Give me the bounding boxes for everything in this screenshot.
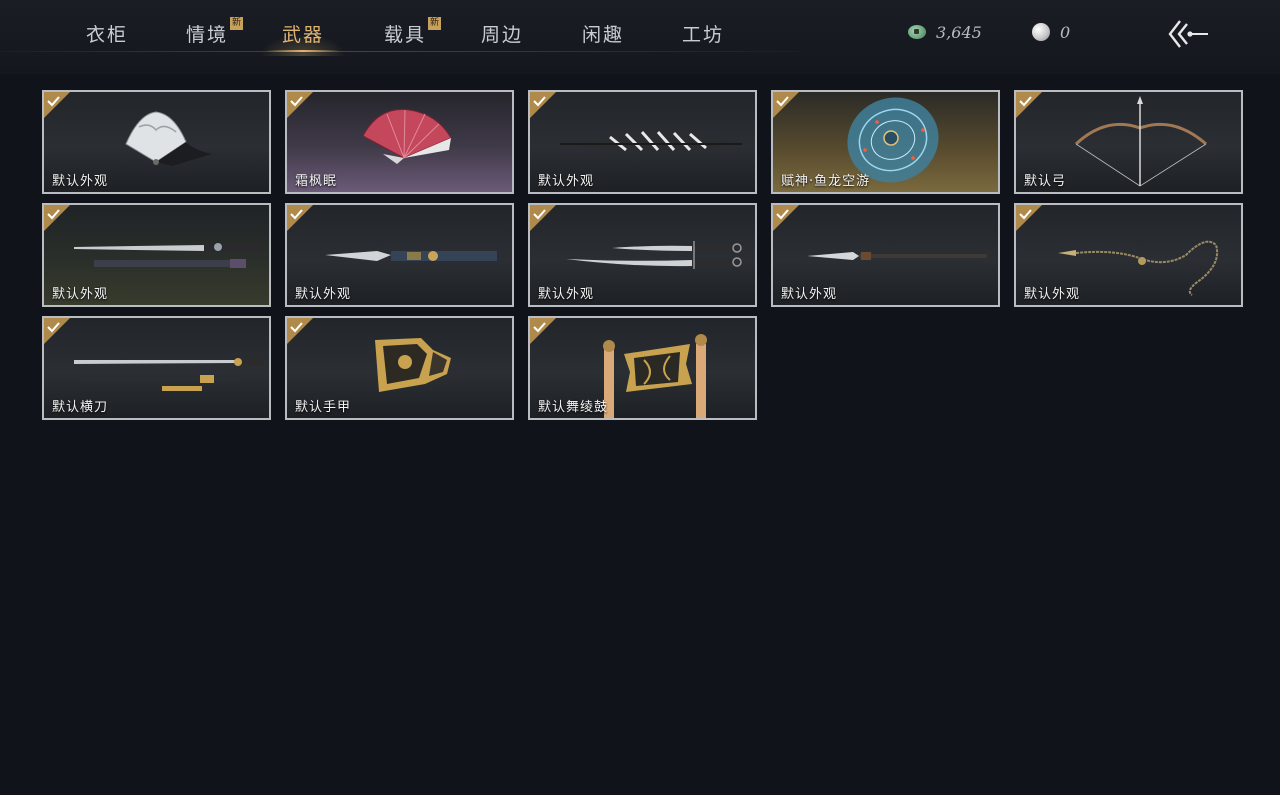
item-name: 默认外观 [538, 287, 595, 302]
tab-label: 衣柜 [86, 24, 129, 46]
item-name: 默认外观 [52, 174, 109, 189]
jade-coin-icon [908, 25, 926, 39]
weapon-card[interactable]: 默认外观 [1014, 203, 1243, 307]
item-name: 默认横刀 [52, 400, 109, 415]
item-name: 默认手甲 [295, 400, 352, 415]
owned-check-icon [44, 92, 70, 118]
back-arrow-icon [1168, 20, 1208, 48]
jade-coin-balance: 3,645 [908, 21, 982, 43]
weapon-card[interactable]: 霜枫眠 [285, 90, 514, 194]
tab-mounts[interactable]: 载具 新 [384, 17, 442, 52]
owned-check-icon [1016, 92, 1042, 118]
back-button[interactable] [1166, 18, 1210, 50]
tab-label: 载具 [384, 24, 427, 46]
item-name: 默认外观 [781, 287, 838, 302]
owned-check-icon [530, 205, 556, 231]
owned-check-icon [44, 205, 70, 231]
tab-scenario[interactable]: 情境 新 [186, 17, 244, 52]
owned-check-icon [1016, 205, 1042, 231]
weapon-card[interactable]: 默认外观 [771, 203, 1000, 307]
item-name: 默认舞绫鼓 [538, 400, 609, 415]
owned-check-icon [287, 318, 313, 344]
active-tab-underline [266, 50, 341, 52]
pearl-balance: 0 [1032, 21, 1070, 43]
weapon-card[interactable]: 赋神·鱼龙空游 [771, 90, 1000, 194]
tab-label: 闲趣 [582, 24, 625, 46]
tab-accessories[interactable]: 周边 [481, 20, 523, 52]
weapon-card[interactable]: 默认舞绫鼓 [528, 316, 757, 420]
weapon-card[interactable]: 默认外观 [42, 90, 271, 194]
weapon-card[interactable]: 默认外观 [285, 203, 514, 307]
item-name: 默认外观 [1024, 287, 1081, 302]
owned-check-icon [530, 92, 556, 118]
weapon-card[interactable]: 默认外观 [528, 203, 757, 307]
item-name: 默认外观 [538, 174, 595, 189]
weapon-card[interactable]: 默认横刀 [42, 316, 271, 420]
tab-workshop[interactable]: 工坊 [682, 20, 724, 52]
item-name: 赋神·鱼龙空游 [781, 174, 871, 189]
weapon-card[interactable]: 默认外观 [42, 203, 271, 307]
tab-weapons[interactable]: 武器 [260, 20, 347, 56]
owned-check-icon [773, 205, 799, 231]
new-badge: 新 [428, 17, 442, 30]
item-name: 霜枫眠 [295, 174, 338, 189]
weapon-card[interactable]: 默认手甲 [285, 316, 514, 420]
owned-check-icon [530, 318, 556, 344]
item-name: 默认外观 [295, 287, 352, 302]
tab-wardrobe[interactable]: 衣柜 [86, 20, 128, 52]
pearl-amount: 0 [1060, 22, 1071, 42]
owned-check-icon [44, 318, 70, 344]
weapon-card[interactable]: 默认弓 [1014, 90, 1243, 194]
tab-label: 工坊 [682, 24, 725, 46]
jade-coin-amount: 3,645 [936, 22, 982, 42]
owned-check-icon [287, 205, 313, 231]
new-badge: 新 [230, 17, 244, 30]
tab-label: 周边 [481, 24, 524, 46]
owned-check-icon [287, 92, 313, 118]
weapon-card[interactable]: 默认外观 [528, 90, 757, 194]
owned-check-icon [773, 92, 799, 118]
item-name: 默认外观 [52, 287, 109, 302]
item-name: 默认弓 [1024, 174, 1067, 189]
pearl-icon [1032, 23, 1050, 41]
tab-label: 情境 [186, 24, 229, 46]
tab-label: 武器 [282, 24, 325, 46]
tab-leisure[interactable]: 闲趣 [582, 20, 624, 52]
